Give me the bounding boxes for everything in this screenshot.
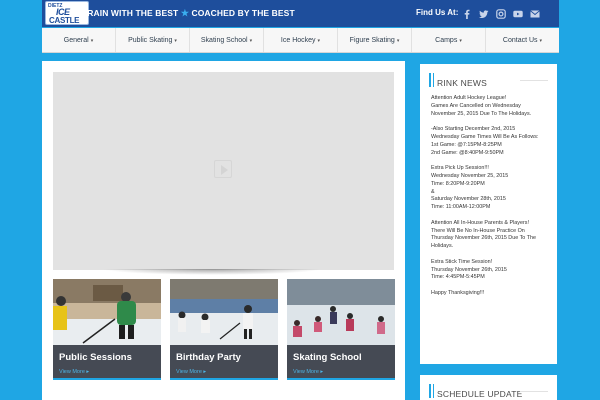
nav-figure-skating[interactable]: Figure Skating ▾ <box>338 28 412 52</box>
nav-label: General <box>63 37 89 44</box>
chevron-down-icon: ▾ <box>459 38 462 44</box>
card-title: Skating School <box>293 352 362 363</box>
card-accent-bar <box>170 378 278 380</box>
email-icon[interactable] <box>530 6 540 18</box>
chevron-down-icon: ▾ <box>249 38 253 44</box>
view-more-label: View More <box>293 369 319 375</box>
news-line: There Will Be No In-House Practice On <box>431 227 525 234</box>
nav-camps[interactable]: Camps ▾ <box>412 28 486 52</box>
news-line: Thursday November 26th, 2015 <box>431 266 507 273</box>
news-line: Happy Thanksgiving!!! <box>431 289 485 296</box>
nav-skating-school[interactable]: Skating School ▾ <box>190 28 264 52</box>
news-line: Time: 4:45PM-5:45PM <box>431 274 485 281</box>
slider-shadow <box>102 269 322 275</box>
card-accent-bar <box>53 378 161 380</box>
news-line: Extra Pick Up Session!!! <box>431 165 489 172</box>
logo-line-3: CASTLE <box>49 16 80 25</box>
nav-general[interactable]: General ▾ <box>42 28 116 52</box>
news-line: 1st Game: @7:15PM-8:25PM <box>431 141 502 148</box>
news-line: Thursday November 26th, 2015 Due To The <box>431 235 536 242</box>
arrow-right-icon: ▸ <box>86 369 90 375</box>
news-spacer <box>431 118 553 126</box>
schedule-update-heading: SCHEDULE UPDATE <box>429 384 548 399</box>
main-content: Public Sessions View More ▸ Birthday Par… <box>42 61 405 400</box>
card-birthday-party[interactable]: Birthday Party View More ▸ <box>170 279 278 380</box>
news-spacer <box>431 282 553 290</box>
main-nav: General ▾ Public Skating ▾ Skating School ▾… <box>42 28 559 53</box>
twitter-icon[interactable] <box>479 6 489 18</box>
view-more-link[interactable]: View More ▸ <box>176 369 206 375</box>
news-line: Wednesday November 25, 2015 <box>431 172 509 179</box>
card-image <box>287 279 395 345</box>
chevron-down-icon: ▾ <box>539 38 543 44</box>
rink-news-body: Attention Adult Hockey League! Games Are … <box>431 95 553 298</box>
card-accent-bar <box>287 378 395 380</box>
nav-public-skating[interactable]: Public Skating ▾ <box>116 28 190 52</box>
nav-label: Figure Skating <box>349 37 395 44</box>
card-skating-school[interactable]: Skating School View More ▸ <box>287 279 395 380</box>
nav-label: Camps <box>435 37 458 44</box>
news-line: November 25, 2015 Due To The Holidays. <box>431 110 532 117</box>
top-banner: DIETZ ICE CASTLE TRAIN WITH THE BEST ★ C… <box>42 0 559 27</box>
news-line: Holidays. <box>431 243 454 250</box>
view-more-link[interactable]: View More ▸ <box>293 369 323 375</box>
rink-news-widget: RINK NEWS Attention Adult Hockey League!… <box>420 64 557 364</box>
schedule-update-widget: SCHEDULE UPDATE <box>420 375 557 400</box>
news-spacer <box>431 157 553 165</box>
chevron-down-icon: ▾ <box>396 38 400 44</box>
rink-news-heading: RINK NEWS <box>429 73 548 88</box>
news-line: & <box>431 188 435 195</box>
nav-label: Skating School <box>200 37 248 44</box>
card-title: Public Sessions <box>59 352 132 363</box>
card-image <box>53 279 161 345</box>
schedule-update-title: SCHEDULE UPDATE <box>437 389 523 399</box>
heading-divider <box>520 80 548 81</box>
news-line: Time: 11:00AM-12:00PM <box>431 204 491 211</box>
news-line: Time: 8:20PM-9:20PM <box>431 180 485 187</box>
card-image <box>170 279 278 345</box>
view-more-link[interactable]: View More ▸ <box>59 369 89 375</box>
instagram-icon[interactable] <box>496 6 506 19</box>
card-public-sessions[interactable]: Public Sessions View More ▸ <box>53 279 161 380</box>
view-more-label: View More <box>176 369 202 375</box>
nav-ice-hockey[interactable]: Ice Hockey ▾ <box>264 28 338 52</box>
facebook-icon[interactable] <box>462 6 472 19</box>
nav-label: Ice Hockey <box>280 37 316 44</box>
chevron-down-icon: ▾ <box>174 38 177 44</box>
news-spacer <box>431 251 553 259</box>
arrow-right-icon: ▸ <box>203 369 207 375</box>
chevron-down-icon: ▾ <box>90 38 94 44</box>
news-line: -Also Starting December 2nd, 2015 <box>431 126 516 133</box>
tagline-right: COACHED BY THE BEST <box>191 8 295 18</box>
heading-divider <box>520 391 548 392</box>
news-spacer <box>431 212 553 220</box>
tagline-left: TRAIN WITH THE BEST <box>82 8 179 18</box>
tagline: TRAIN WITH THE BEST ★ COACHED BY THE BES… <box>82 8 295 19</box>
arrow-right-icon: ▸ <box>320 369 324 375</box>
play-icon[interactable] <box>214 160 232 178</box>
news-line: Attention Adult Hockey League! <box>431 95 507 101</box>
social-links <box>462 6 547 19</box>
find-us-label: Find Us At: <box>416 8 459 17</box>
news-line: Attention All In-House Parents & Players… <box>431 219 529 226</box>
star-icon: ★ <box>180 8 189 18</box>
rink-news-title: RINK NEWS <box>437 78 487 88</box>
news-line: Games Are Cancelled on Wednesday <box>431 102 521 109</box>
nav-contact-us[interactable]: Contact Us ▾ <box>486 28 559 52</box>
news-line: 2nd Game: @8:40PM-9:50PM <box>431 149 504 156</box>
nav-label: Contact Us <box>502 37 538 44</box>
card-title: Birthday Party <box>176 352 241 363</box>
news-line: Extra Stick Time Session! <box>431 258 493 265</box>
news-line: Wednesday Game Times Will Be As Follows: <box>431 133 539 140</box>
youtube-icon[interactable] <box>513 6 523 18</box>
nav-label: Public Skating <box>128 37 173 44</box>
news-line: Saturday November 28th, 2015 <box>431 196 506 203</box>
view-more-label: View More <box>59 369 85 375</box>
video-slider[interactable] <box>53 72 394 270</box>
chevron-down-icon: ▾ <box>317 38 321 44</box>
